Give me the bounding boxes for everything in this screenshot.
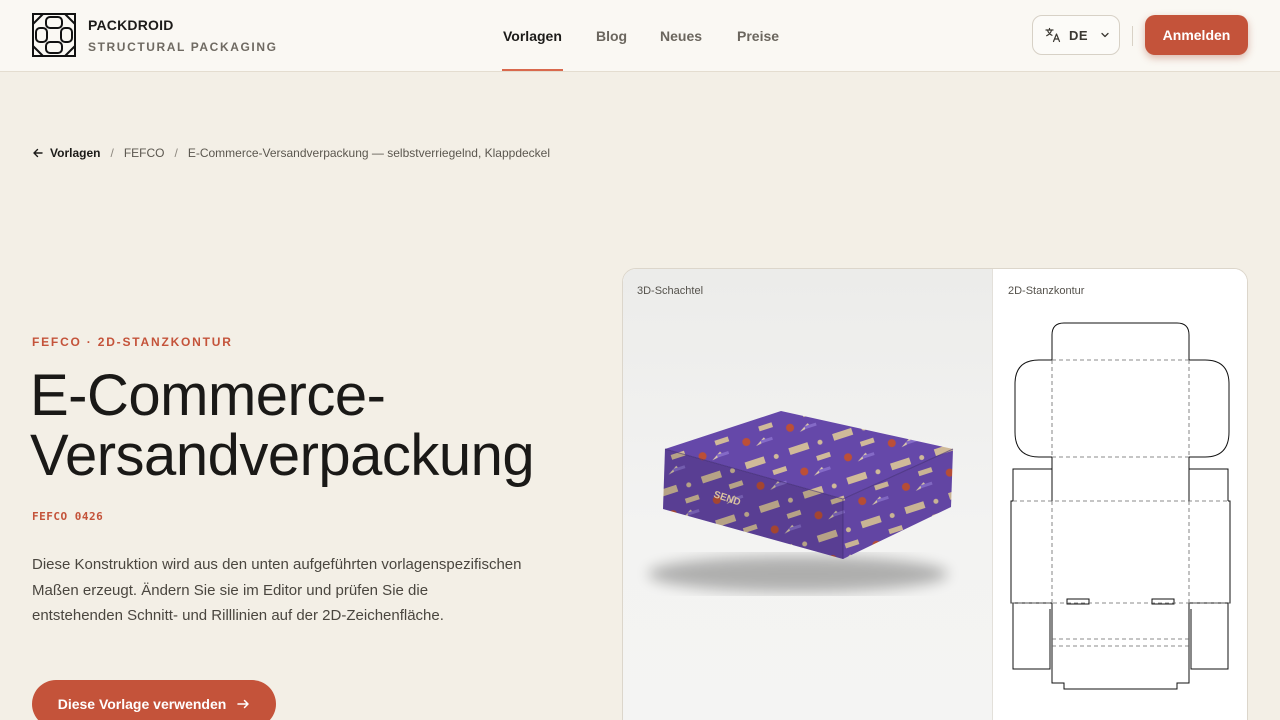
- arrow-left-icon: [33, 148, 43, 158]
- nav-item-preise[interactable]: Preise: [737, 28, 779, 44]
- breadcrumb-separator: /: [110, 146, 114, 160]
- arrow-right-icon: [237, 699, 250, 709]
- preview-3d-pane[interactable]: 3D-Schachtel SEND: [623, 269, 993, 720]
- use-template-button[interactable]: Diese Vorlage verwenden: [32, 680, 276, 720]
- page-title-line-2: Versandverpackung: [30, 423, 535, 488]
- nav-item-neues[interactable]: Neues: [660, 28, 702, 44]
- site-header: PACKDROID STRUCTURAL PACKAGING Vorlagen …: [0, 0, 1280, 72]
- header-divider: [1132, 26, 1133, 46]
- dieline-drawing[interactable]: [1009, 319, 1234, 699]
- login-button[interactable]: Anmelden: [1145, 15, 1248, 55]
- chevron-down-icon: [1101, 32, 1109, 38]
- brand-subtitle: STRUCTURAL PACKAGING: [88, 40, 278, 54]
- page-title: E-Commerce- Versandverpackung: [30, 363, 535, 488]
- breadcrumb-item-fefco[interactable]: FEFCO: [124, 146, 165, 160]
- template-preview-card: 3D-Schachtel SEND 2D-Stanzkontur: [622, 268, 1248, 720]
- breadcrumb-item-current: E-Commerce-Versandverpackung — selbstver…: [187, 146, 551, 160]
- preview-2d-pane[interactable]: 2D-Stanzkontur: [994, 269, 1247, 720]
- nav-active-indicator: [502, 69, 563, 71]
- page-title-line-1: E-Commerce-: [30, 363, 386, 428]
- breadcrumb-separator: /: [174, 146, 178, 160]
- language-selector[interactable]: DE: [1032, 15, 1120, 55]
- box-3d-render[interactable]: SEND: [623, 399, 993, 599]
- translate-icon: [1045, 27, 1061, 43]
- hero-eyebrow: FEFCO · 2D-STANZKONTUR: [32, 335, 233, 349]
- breadcrumb-back-link[interactable]: Vorlagen: [32, 146, 100, 160]
- nav-item-blog[interactable]: Blog: [596, 28, 627, 44]
- packdroid-logo-icon[interactable]: [32, 13, 76, 57]
- breadcrumb: Vorlagen / FEFCO / E-Commerce-Versandver…: [32, 146, 550, 160]
- preview-2d-label: 2D-Stanzkontur: [1008, 285, 1085, 297]
- nav-item-vorlagen[interactable]: Vorlagen: [503, 28, 562, 44]
- template-code: FEFCO 0426: [32, 510, 104, 523]
- preview-3d-label: 3D-Schachtel: [637, 285, 704, 297]
- brand-name[interactable]: PACKDROID: [88, 17, 174, 33]
- hero-description: Diese Konstruktion wird aus den unten au…: [32, 556, 522, 624]
- use-template-label: Diese Vorlage verwenden: [57, 696, 227, 712]
- language-code: DE: [1069, 27, 1089, 43]
- breadcrumb-back-label: Vorlagen: [50, 146, 101, 160]
